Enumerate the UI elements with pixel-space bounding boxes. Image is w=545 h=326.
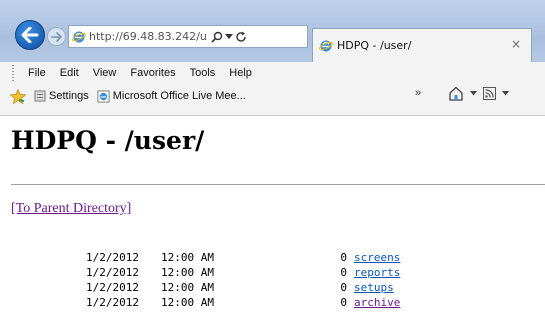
feeds-icon[interactable] [483,87,496,100]
list-item: 1/2/2012 12:00 AM 0 screens [11,250,400,265]
directory-listing: 1/2/2012 12:00 AM 0 screens 1/2/2012 12:… [11,250,400,310]
entry-date: 1/2/2012 [86,296,139,309]
entry-link-archive[interactable]: archive [354,295,400,310]
tab-active[interactable]: HDPQ - /user/ × [312,28,532,62]
dropdown-arrow-icon[interactable] [225,33,233,40]
entry-time: 12:00 AM [161,296,214,309]
address-url-host: http://69.48.83.242 [89,30,197,43]
address-url[interactable]: http://69.48.83.242/user [89,30,207,43]
menu-view[interactable]: View [93,67,117,79]
tab-title: HDPQ - /user/ [337,39,412,52]
entry-size: 0 [340,296,347,309]
ie-page-icon [72,30,86,44]
menu-help[interactable]: Help [229,67,252,79]
address-controls [211,31,247,43]
entry-link-reports[interactable]: reports [354,265,400,280]
list-item: 1/2/2012 12:00 AM 0 setups [11,280,400,295]
settings-page-icon [34,90,46,102]
page-title: HDPQ - /user/ [11,126,205,155]
menu-bar: File Edit View Favorites Tools Help [0,62,545,84]
favorites-overflow-chevron[interactable]: » [415,87,421,99]
favorites-star-icon[interactable] [10,88,26,104]
entry-size: 0 [340,251,347,264]
close-tab-icon[interactable]: × [511,37,521,51]
ie-page-icon [97,89,110,103]
home-icon[interactable] [448,86,464,101]
browser-chrome: http://69.48.83.242/user HDPQ - /user/ ×… [0,0,545,116]
ie-page-icon [319,39,333,53]
forward-arrow-icon [51,31,62,42]
menu-edit[interactable]: Edit [60,67,79,79]
entry-time: 12:00 AM [161,281,214,294]
favorite-office-live-label: Microsoft Office Live Mee... [112,90,246,102]
address-bar[interactable]: http://69.48.83.242/user [68,25,308,48]
favorite-settings-label: Settings [49,90,89,102]
list-item: 1/2/2012 12:00 AM 0 reports [11,265,400,280]
feeds-dropdown-icon[interactable] [502,91,509,96]
home-dropdown-icon[interactable] [470,91,477,96]
back-button[interactable] [15,20,45,50]
entry-date: 1/2/2012 [86,251,139,264]
menu-file[interactable]: File [28,67,46,79]
favorites-bar: Settings Microsoft Office Live Mee... » [0,84,545,108]
toolbar-grip [12,65,14,81]
entry-link-screens[interactable]: screens [354,250,400,265]
menu-favorites[interactable]: Favorites [130,67,175,79]
entry-link-setups[interactable]: setups [354,280,394,295]
horizontal-rule [11,184,545,185]
refresh-icon[interactable] [235,31,247,43]
favorite-office-live[interactable]: Microsoft Office Live Mee... [97,89,246,103]
list-item: 1/2/2012 12:00 AM 0 archive [11,295,400,310]
entry-size: 0 [340,266,347,279]
command-bar [448,86,509,101]
page-content: HDPQ - /user/ [To Parent Directory] 1/2/… [0,116,545,326]
entry-time: 12:00 AM [161,251,214,264]
title-bar: http://69.48.83.242/user HDPQ - /user/ × [0,0,545,62]
favorite-settings[interactable]: Settings [34,90,89,102]
entry-time: 12:00 AM [161,266,214,279]
back-arrow-icon [21,27,39,43]
parent-directory-link[interactable]: [To Parent Directory] [11,201,131,217]
entry-date: 1/2/2012 [86,281,139,294]
entry-size: 0 [340,281,347,294]
forward-button[interactable] [47,27,66,46]
address-url-path: /user [196,30,207,43]
entry-date: 1/2/2012 [86,266,139,279]
search-icon[interactable] [211,31,223,43]
menu-tools[interactable]: Tools [190,67,216,79]
